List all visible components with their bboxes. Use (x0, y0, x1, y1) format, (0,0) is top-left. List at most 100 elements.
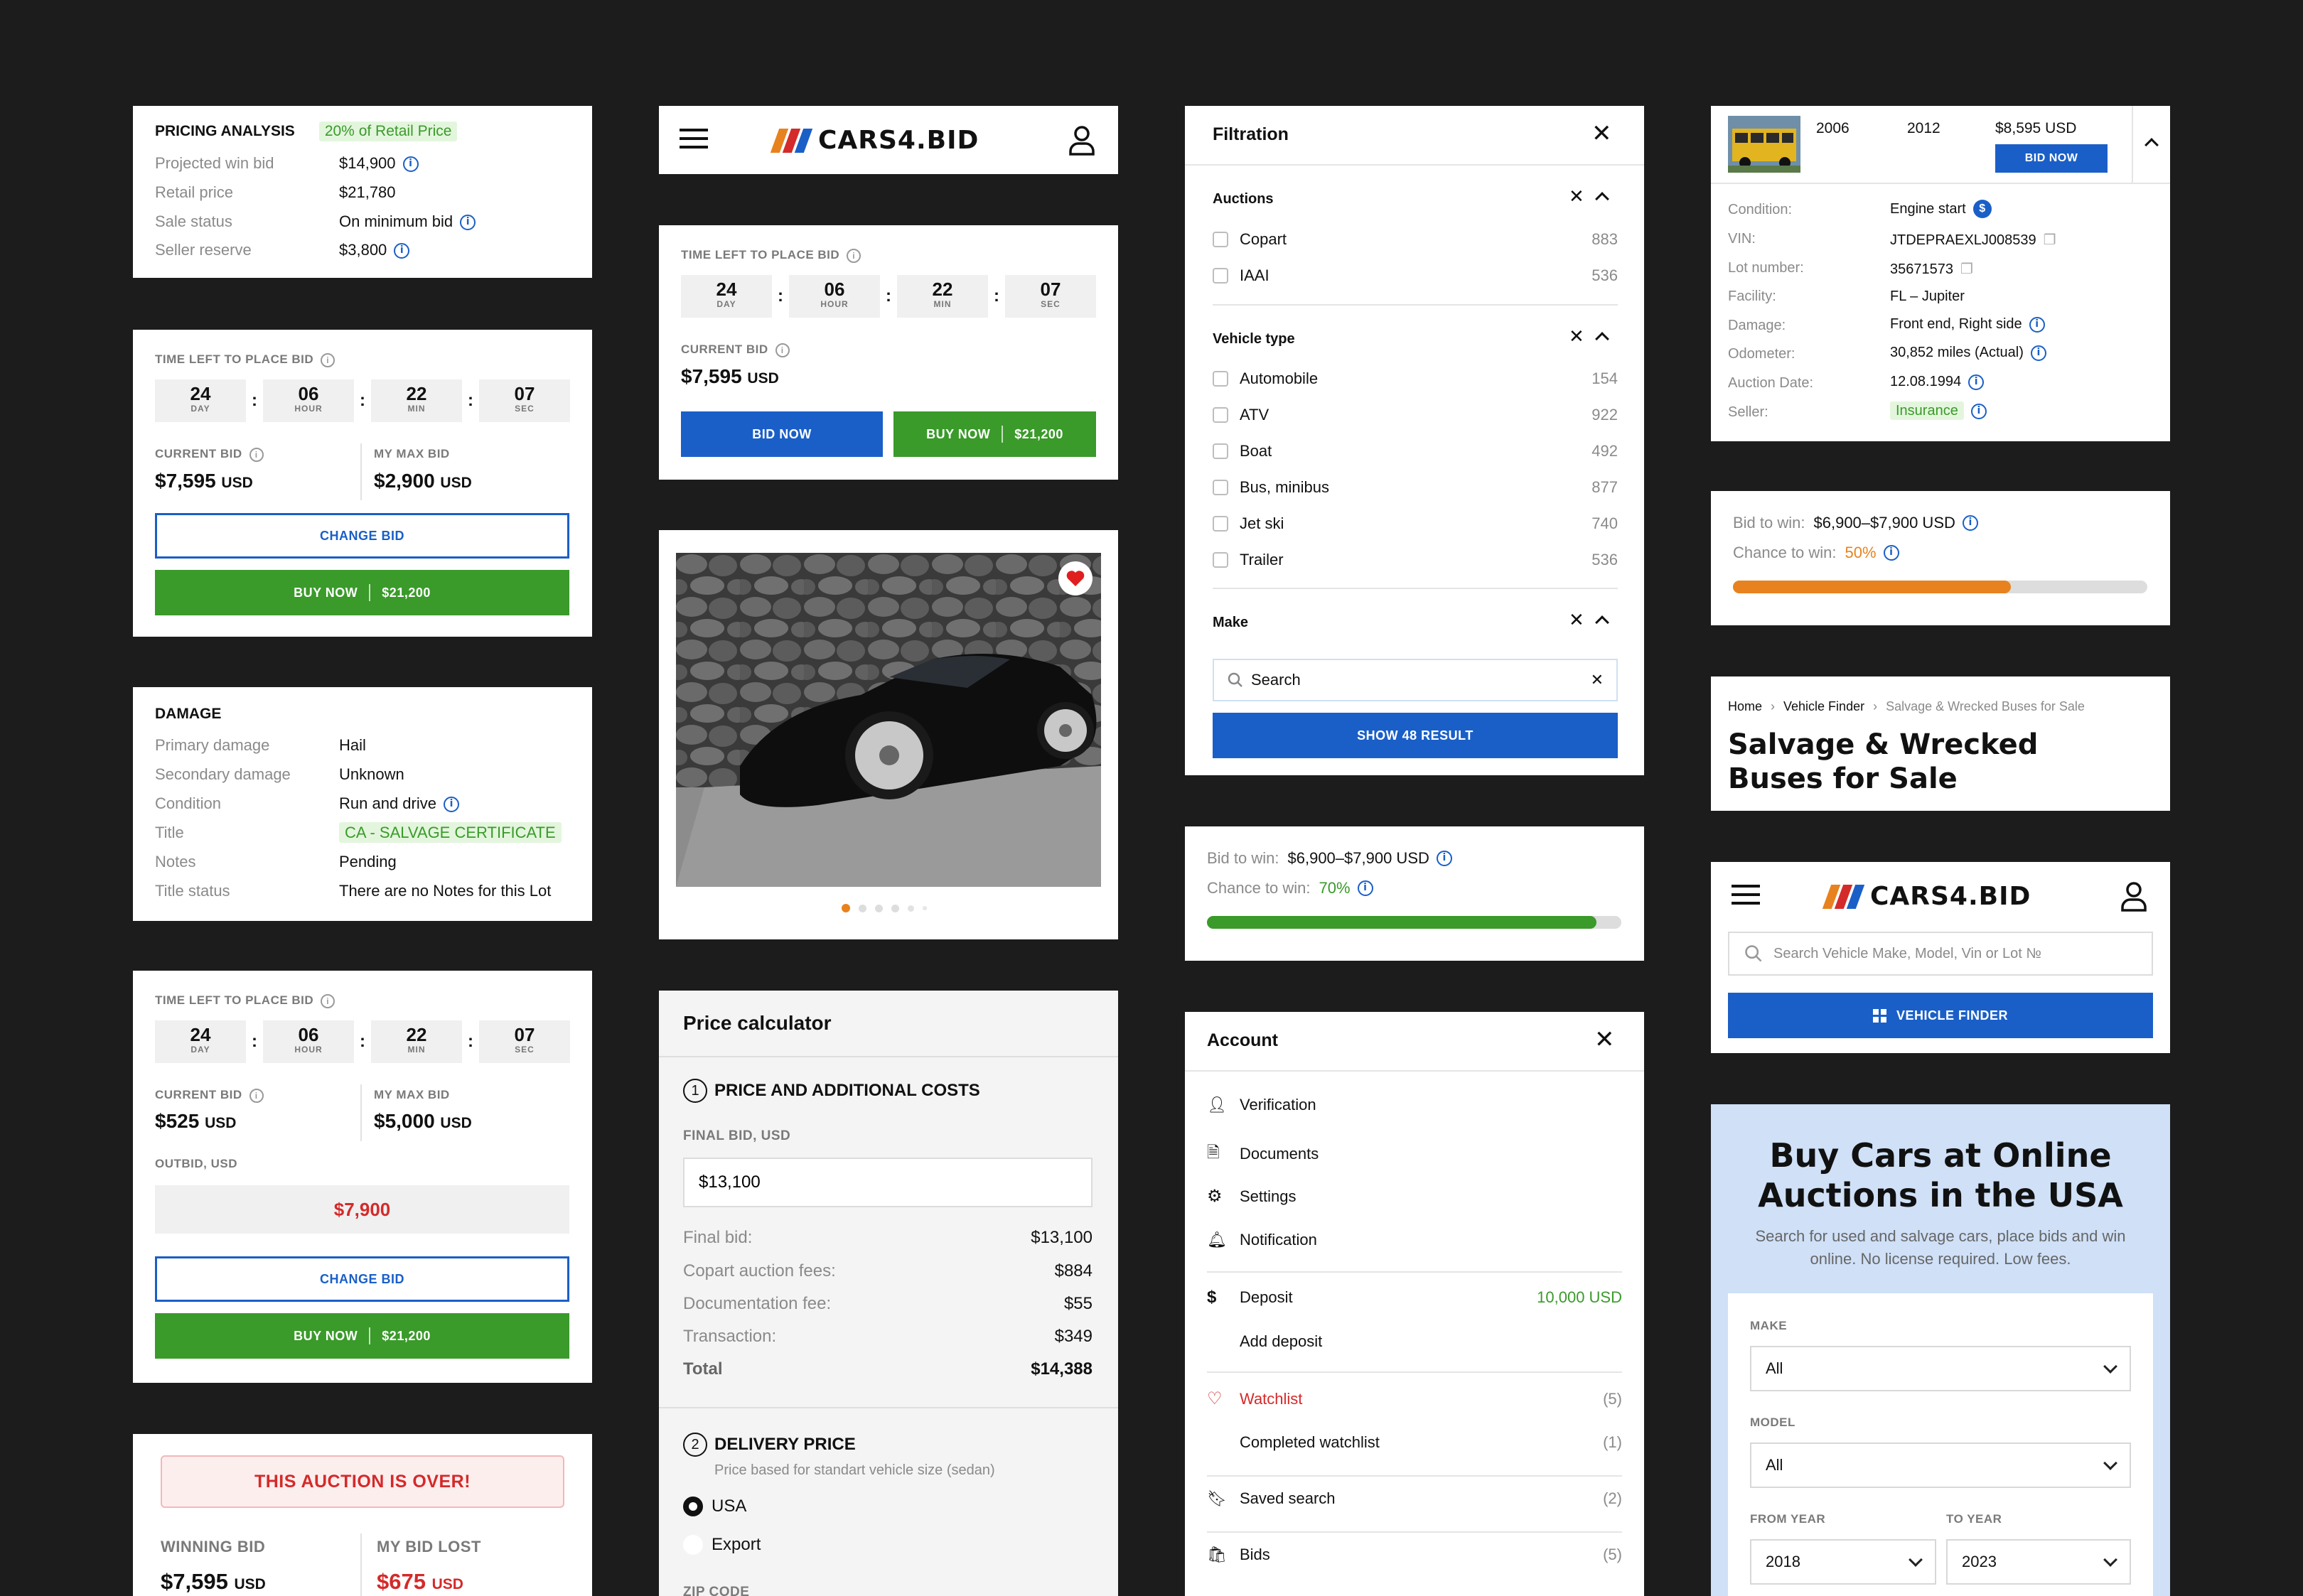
copy-icon[interactable]: ❐ (2044, 232, 2056, 248)
days: 24 (190, 1024, 211, 1045)
menu-item-bids[interactable]: 🛍︎ Bids (5) (1207, 1546, 1622, 1564)
change-bid-button[interactable]: CHANGE BID (155, 513, 569, 559)
lot-value: Engine start (1890, 200, 1966, 217)
chevron-up-icon[interactable] (1595, 192, 1609, 206)
make-select[interactable]: All (1750, 1346, 2131, 1391)
damage-card: DAMAGE Primary damage Hail Secondary dam… (133, 687, 592, 921)
hero-title: Buy Cars at Online Auctions in the USA (1758, 1136, 2123, 1214)
filter-option[interactable]: IAAI 536 (1213, 266, 1618, 285)
chance-label: Chance to win: (1207, 879, 1311, 897)
radio-usa[interactable]: USA (683, 1497, 746, 1516)
filter-option[interactable]: Boat 492 (1213, 442, 1618, 460)
buy-now-button[interactable]: BUY NOW $21,200 (155, 1313, 569, 1359)
clear-icon[interactable]: ✕ (1569, 185, 1584, 207)
vehicle-finder-button[interactable]: VEHICLE FINDER (1728, 993, 2153, 1038)
info-icon[interactable]: i (460, 215, 476, 231)
current-bid-value: $525 (155, 1110, 200, 1132)
gallery-dot[interactable] (842, 904, 850, 912)
menu-item-deposit[interactable]: $ Deposit 10,000 USD (1207, 1288, 1622, 1307)
info-icon[interactable]: i (1970, 403, 1987, 419)
bid-now-button[interactable]: BID NOW (1995, 144, 2108, 173)
filter-option[interactable]: Automobile 154 (1213, 370, 1618, 388)
radio-export[interactable]: Export (683, 1535, 761, 1555)
chevron-up-icon[interactable] (1595, 332, 1609, 346)
vehicle-search-input[interactable]: Search Vehicle Make, Model, Vin or Lot № (1728, 932, 2153, 976)
menu-icon[interactable] (1732, 885, 1760, 905)
breadcrumb-vehicle-finder[interactable]: Vehicle Finder (1783, 699, 1864, 714)
user-icon[interactable] (1068, 124, 1096, 159)
category-header: Home › Vehicle Finder › Salvage & Wrecke… (1711, 676, 2170, 811)
to-year-select[interactable]: 2023 (1946, 1539, 2131, 1585)
gallery-dot[interactable] (891, 904, 899, 912)
info-icon[interactable]: i (775, 343, 790, 357)
info-icon[interactable]: i (2029, 316, 2045, 333)
info-icon[interactable]: i (1962, 515, 1978, 531)
menu-item-add-deposit[interactable]: Add deposit (1240, 1332, 1322, 1351)
favorite-heart-icon[interactable] (1058, 561, 1093, 595)
info-icon[interactable]: i (402, 156, 419, 173)
info-icon[interactable]: i (1436, 851, 1452, 866)
menu-item-saved-search[interactable]: 🔖︎ Saved search (2) (1207, 1489, 1622, 1508)
info-icon[interactable]: i (1968, 374, 1985, 390)
close-icon[interactable]: ✕ (1594, 1028, 1615, 1052)
vehicle-photo[interactable] (676, 553, 1101, 887)
lot-label: Damage: (1728, 318, 1786, 333)
menu-icon[interactable] (680, 129, 708, 149)
site-logo[interactable]: CARS4.BID (1822, 882, 2031, 911)
model-select[interactable]: All (1750, 1443, 2131, 1488)
chevron-up-icon[interactable] (2144, 138, 2159, 152)
breadcrumb-home[interactable]: Home (1728, 699, 1762, 714)
final-bid-label: FINAL BID, USD (683, 1128, 791, 1143)
menu-item-watchlist[interactable]: ♡ Watchlist (5) (1207, 1389, 1622, 1409)
site-logo[interactable]: CARS4.BID (770, 126, 979, 155)
from-year-select[interactable]: 2018 (1750, 1539, 1936, 1585)
filter-option[interactable]: Jet ski 740 (1213, 514, 1618, 533)
zip-label: ZIP CODE (683, 1585, 750, 1596)
show-results-button[interactable]: SHOW 48 RESULT (1213, 713, 1618, 758)
info-icon[interactable]: i (443, 797, 459, 813)
menu-item-documents[interactable]: 🗎 Documents (1207, 1141, 1319, 1168)
filter-option[interactable]: Trailer 536 (1213, 551, 1618, 569)
bid-now-button[interactable]: BID NOW (681, 411, 883, 457)
gallery-dot[interactable] (908, 905, 914, 912)
buy-now-button[interactable]: BUY NOW $21,200 (155, 570, 569, 615)
vehicle-thumbnail[interactable] (1728, 116, 1800, 173)
info-icon[interactable]: i (249, 447, 264, 462)
make-search-input[interactable]: Search ✕ (1213, 659, 1618, 701)
gallery-dot[interactable] (923, 906, 927, 910)
user-icon[interactable] (2120, 880, 2148, 915)
dollar-badge-icon: $ (1972, 200, 1992, 218)
clear-icon[interactable]: ✕ (1569, 609, 1584, 631)
copy-icon[interactable]: ❐ (1960, 261, 1973, 277)
chevron-down-icon (1909, 1553, 1923, 1567)
fee-value: $884 (1054, 1261, 1093, 1280)
info-icon[interactable]: i (1883, 545, 1899, 561)
info-icon[interactable]: i (394, 243, 410, 259)
info-icon[interactable]: i (249, 1088, 264, 1103)
chevron-up-icon[interactable] (1595, 615, 1609, 630)
lot-label: Lot number: (1728, 260, 1804, 276)
info-icon[interactable]: i (1357, 880, 1373, 896)
menu-item-verification[interactable]: 👤︎ Verification (1207, 1096, 1316, 1114)
close-icon[interactable]: ✕ (1591, 122, 1612, 146)
filter-option[interactable]: Copart 883 (1213, 230, 1618, 249)
info-icon[interactable]: i (321, 993, 335, 1008)
clear-icon[interactable]: ✕ (1569, 325, 1584, 347)
hero-subtitle: Search for used and salvage cars, place … (1755, 1227, 2126, 1268)
menu-item-settings[interactable]: ⚙ Settings (1207, 1186, 1297, 1207)
final-bid-input[interactable] (683, 1158, 1093, 1207)
filter-option[interactable]: ATV 922 (1213, 406, 1618, 424)
gallery-dot[interactable] (859, 904, 866, 912)
menu-item-completed-watchlist[interactable]: Completed watchlist (1) (1240, 1433, 1622, 1452)
buy-now-button[interactable]: BUY NOW $21,200 (893, 411, 1096, 457)
info-icon[interactable]: i (847, 248, 861, 263)
info-icon[interactable]: i (2030, 345, 2046, 361)
vehicle-type-heading: Vehicle type (1213, 331, 1295, 347)
change-bid-button[interactable]: CHANGE BID (155, 1256, 569, 1302)
gallery-dot[interactable] (875, 904, 883, 912)
chance-label: Chance to win: (1733, 544, 1837, 561)
filter-option[interactable]: Bus, minibus 877 (1213, 478, 1618, 497)
clear-search-icon[interactable]: ✕ (1591, 671, 1604, 689)
info-icon[interactable]: i (321, 352, 335, 367)
menu-item-notification[interactable]: 🔔︎ Notification (1207, 1231, 1317, 1249)
